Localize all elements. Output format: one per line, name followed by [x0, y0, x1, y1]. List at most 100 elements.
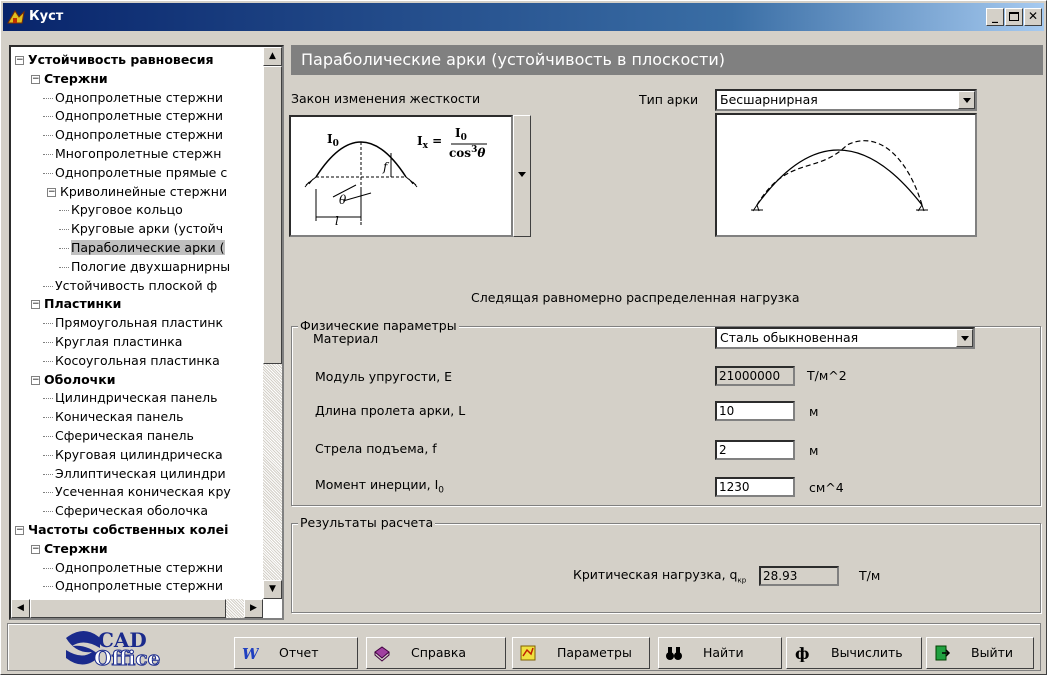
arch-type-value: Бесшарнирная: [720, 92, 818, 107]
minimize-button[interactable]: _: [986, 8, 1004, 26]
exit-button-label: Выйти: [971, 645, 1013, 660]
tree-item-label: Устойчивость равновесия: [28, 52, 214, 67]
tree-horizontal-scrollbar[interactable]: ◀ ▶: [11, 599, 263, 618]
tree-connector: [43, 172, 53, 174]
tree-item[interactable]: Однопролетные стержни: [43, 107, 224, 125]
hscroll-thumb[interactable]: [30, 599, 226, 618]
scroll-left-button[interactable]: ◀: [11, 599, 30, 618]
tree-item[interactable]: − Устойчивость равновесия: [15, 51, 214, 69]
tree-item[interactable]: − Криволинейные стержни: [47, 183, 227, 201]
tree-item[interactable]: Прямоугольная пластинк: [43, 314, 223, 332]
rise-field[interactable]: 2: [715, 440, 795, 460]
tree-item[interactable]: Однопролетные стержни: [43, 577, 224, 595]
tree-item[interactable]: Однопролетные прямые с: [43, 164, 227, 182]
calculate-button[interactable]: ф Вычислить: [786, 637, 922, 669]
tree-item-label: Однопролетные стержни: [55, 578, 224, 594]
tree-item-label: Стержни: [44, 540, 108, 556]
tree-item[interactable]: Однопролетные стержни: [43, 89, 223, 107]
tree-expander-icon[interactable]: −: [31, 300, 40, 310]
tree-item[interactable]: Круговые арки (устойч: [59, 220, 224, 238]
tree-item-label: Однопролетные стержни: [55, 108, 224, 124]
report-button[interactable]: W Отчет: [234, 637, 358, 669]
tree-item[interactable]: Усеченная коническая кру: [43, 483, 231, 501]
critical-load-unit: Т/м: [859, 568, 881, 583]
stiffness-diagram: I0 f θ l Ix = I0 cos3θ: [289, 115, 513, 237]
close-button[interactable]: ✕: [1024, 8, 1042, 26]
tree-vertical-scrollbar[interactable]: ▲ ▼: [263, 47, 282, 599]
tree-item-label: Однопролетные стержни: [55, 127, 224, 143]
tree-item[interactable]: Коническая панель: [43, 408, 184, 426]
tree-connector: [59, 248, 69, 249]
tree-expander-icon[interactable]: −: [31, 375, 40, 385]
exit-button[interactable]: Выйти: [926, 637, 1034, 669]
tree-item[interactable]: Круговая цилиндрическа: [43, 446, 223, 464]
tree-item[interactable]: Параболические арки (: [59, 239, 225, 257]
tree-connector: [43, 492, 53, 494]
scroll-down-button[interactable]: ▼: [263, 580, 282, 599]
tree-item[interactable]: Пологие двухшарнирны: [59, 258, 230, 276]
calculate-button-label: Вычислить: [831, 645, 903, 660]
tree-item[interactable]: Устойчивость плоской ф: [43, 277, 217, 295]
tree-item-label: Стержни: [44, 70, 108, 86]
length-label: Длина пролета арки, L: [315, 403, 466, 418]
tree-item[interactable]: Сферическая панель: [43, 427, 194, 445]
scroll-thumb[interactable]: [263, 66, 282, 364]
tree-connector: [43, 567, 53, 569]
chevron-down-icon[interactable]: [958, 91, 975, 109]
tree-expander-icon[interactable]: −: [47, 187, 56, 197]
material-select[interactable]: Сталь обыкновенная: [715, 327, 975, 349]
page-title: Параболические арки (устойчивость в плос…: [291, 45, 1043, 75]
svg-text:ф: ф: [795, 644, 809, 662]
tree-connector: [43, 436, 53, 437]
arch-type-select[interactable]: Бесшарнирная: [715, 89, 977, 111]
tree-item[interactable]: Эллиптическая цилиндри: [43, 465, 226, 483]
svg-text:W: W: [242, 645, 259, 662]
tree-item[interactable]: Однопролетные стержни: [43, 126, 224, 144]
tree-item-label: Эллиптическая цилиндри: [55, 465, 226, 481]
tree-connector: [43, 154, 53, 155]
tree-item[interactable]: Сферическая оболочка: [43, 502, 209, 520]
tree-item[interactable]: Однопролетные стержни: [43, 559, 224, 577]
tree-connector: [43, 323, 53, 325]
tree-item-label: Сферическая панель: [55, 428, 194, 443]
scroll-right-button[interactable]: ▶: [244, 599, 263, 618]
tree-item-label: Цилиндрическая панель: [55, 390, 218, 406]
exit-door-icon: [935, 645, 951, 661]
tree-item[interactable]: − Оболочки: [31, 371, 116, 389]
tree-item[interactable]: − Пластинки: [31, 295, 121, 313]
chevron-down-icon[interactable]: [956, 329, 973, 347]
tree-expander-icon[interactable]: −: [15, 56, 24, 65]
find-button[interactable]: Найти: [658, 637, 782, 669]
material-value: Сталь обыкновенная: [720, 330, 859, 345]
tree-item[interactable]: Многопролетные стержн: [43, 145, 221, 163]
tree-expander-icon[interactable]: −: [15, 526, 24, 535]
tree-item[interactable]: − Частоты собственных колеі: [15, 521, 228, 539]
tree-item-label: Сферическая оболочка: [55, 503, 209, 519]
title-bar[interactable]: Куст _ ✕: [3, 3, 1044, 31]
tree-item[interactable]: Цилиндрическая панель: [43, 389, 218, 407]
help-button[interactable]: Справка: [366, 637, 506, 669]
tree-item[interactable]: − Стержни: [31, 70, 108, 88]
results-title: Результаты расчета: [298, 515, 436, 530]
stiffness-label: Закон изменения жесткости: [291, 91, 481, 106]
tree-item[interactable]: Круговое кольцо: [59, 201, 183, 219]
stiffness-arch-drawing: I0 f θ l Ix = I0 cos3θ: [304, 126, 487, 228]
tree-panel: − Устойчивость равновесия − Стержни Однопрол…: [9, 45, 284, 620]
scroll-up-button[interactable]: ▲: [263, 47, 282, 66]
tree-connector: [43, 135, 53, 137]
inertia-field[interactable]: 1230: [715, 477, 795, 497]
tree-item[interactable]: − Стержни: [31, 540, 108, 558]
tree-item[interactable]: Круглая пластинка: [43, 333, 182, 351]
maximize-button[interactable]: [1005, 8, 1023, 26]
tree-item-label: Усеченная коническая кру: [55, 484, 231, 500]
length-field[interactable]: 10: [715, 401, 795, 421]
tree-item[interactable]: Косоугольная пластинка: [43, 352, 220, 370]
tree-connector: [59, 266, 69, 268]
tree-expander-icon[interactable]: −: [31, 74, 40, 84]
tree-item-label: Круговые арки (устойч: [71, 221, 224, 237]
arch-buckling-drawing: [751, 140, 928, 212]
parameters-button[interactable]: Параметры: [512, 637, 650, 669]
stiffness-dropdown-button[interactable]: [513, 115, 531, 237]
tree-expander-icon[interactable]: −: [31, 544, 40, 554]
tree-item-label: Однопролетные стержни: [55, 559, 224, 575]
